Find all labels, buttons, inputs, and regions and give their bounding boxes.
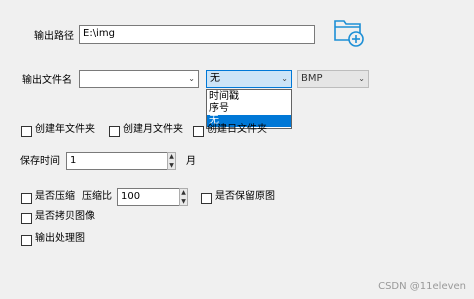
output-processed-checkbox[interactable] [21, 235, 32, 246]
filename-combobox[interactable]: ⌄ [79, 70, 199, 88]
format-combobox-value: BMP [301, 73, 323, 84]
retention-input[interactable]: 1 [66, 152, 172, 170]
chevron-down-icon: ⌄ [281, 74, 288, 83]
retention-label: 保存时间 [20, 156, 60, 167]
month-folder-label: 创建月文件夹 [123, 124, 183, 135]
copy-image-checkbox[interactable] [21, 213, 32, 224]
spin-down-icon[interactable]: ▼ [168, 162, 175, 169]
dropdown-option-timestamp[interactable]: 时间戳 [207, 91, 291, 103]
output-filename-label: 输出文件名 [22, 75, 72, 86]
spin-up-icon[interactable]: ▲ [180, 189, 187, 196]
output-processed-label: 输出处理图 [35, 233, 85, 244]
compress-checkbox[interactable] [21, 193, 32, 204]
keep-original-checkbox[interactable] [201, 193, 212, 204]
watermark-text: CSDN @11eleven [378, 281, 466, 292]
spin-down-icon[interactable]: ▼ [180, 198, 187, 205]
chevron-down-icon: ⌄ [358, 74, 365, 83]
year-folder-checkbox[interactable] [21, 126, 32, 137]
suffix-combobox-value: 无 [210, 73, 220, 84]
month-folder-checkbox[interactable] [109, 126, 120, 137]
folder-add-icon[interactable] [333, 16, 367, 48]
copy-image-label: 是否拷贝图像 [35, 211, 95, 222]
ratio-spinner[interactable]: ▲ ▼ [179, 188, 188, 206]
day-folder-label: 创建日文件夹 [207, 124, 267, 135]
retention-unit: 月 [186, 156, 196, 167]
suffix-combobox[interactable]: 无 ⌄ [206, 70, 292, 88]
ratio-input[interactable]: 100 [117, 188, 183, 206]
retention-spinner[interactable]: ▲ ▼ [167, 152, 176, 170]
ratio-label: 压缩比 [82, 191, 112, 202]
format-combobox[interactable]: BMP ⌄ [297, 70, 369, 88]
output-path-input[interactable]: E:\img [79, 25, 315, 44]
keep-original-label: 是否保留原图 [215, 191, 275, 202]
spin-up-icon[interactable]: ▲ [168, 153, 175, 160]
compress-label: 是否压缩 [35, 191, 75, 202]
output-path-label: 输出路径 [34, 31, 74, 42]
dropdown-option-sequence[interactable]: 序号 [207, 103, 291, 115]
chevron-down-icon: ⌄ [188, 74, 195, 83]
day-folder-checkbox[interactable] [193, 126, 204, 137]
year-folder-label: 创建年文件夹 [35, 124, 95, 135]
